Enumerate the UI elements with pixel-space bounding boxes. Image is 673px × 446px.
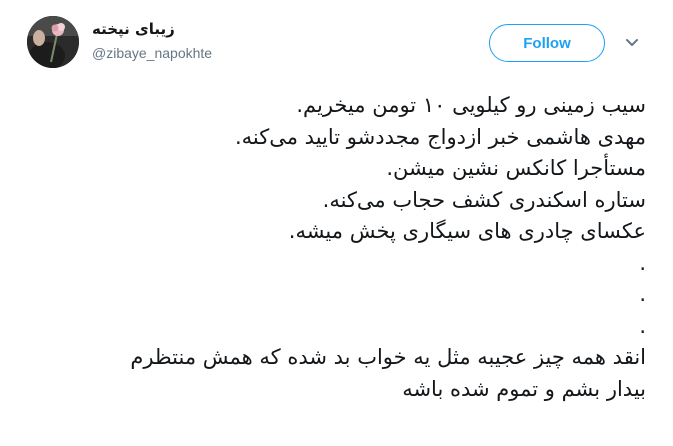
tweet-line: مهدی هاشمی خبر ازدواج مجددشو تایید می‌کن… — [234, 124, 646, 149]
avatar[interactable] — [27, 16, 79, 68]
display-name[interactable]: زیبای نپخته — [92, 20, 175, 38]
tweet-line: . — [639, 313, 646, 338]
tweet-card: زیبای نپخته @zibaye_napokhte Follow سیب … — [0, 0, 673, 446]
tweet-line: انقد همه چیز عجیبه مثل یه خواب بد شده که… — [130, 345, 646, 369]
tweet-line: عکسای چادری های سیگاری پخش میشه. — [288, 219, 646, 243]
tweet-line: . — [639, 250, 646, 275]
avatar-image — [27, 16, 79, 68]
tweet-line: . — [639, 282, 646, 306]
tweet-line: بیدار بشم و تموم شده باشه — [402, 376, 646, 401]
more-options-button[interactable] — [620, 32, 644, 54]
follow-button[interactable]: Follow — [489, 24, 605, 62]
tweet-line: ستاره اسکندری کشف حجاب می‌کنه. — [322, 187, 646, 212]
tweet-text: سیب زمینی رو کیلویی ۱۰ تومن میخریم. مهدی… — [26, 90, 646, 405]
chevron-down-icon — [626, 39, 638, 46]
user-handle[interactable]: @zibaye_napokhte — [92, 45, 212, 61]
tweet-header: زیبای نپخته @zibaye_napokhte Follow — [0, 0, 673, 80]
tweet-line: سیب زمینی رو کیلویی ۱۰ تومن میخریم. — [296, 93, 646, 117]
tweet-line: مستأجرا کانکس نشین میشن. — [386, 156, 646, 180]
